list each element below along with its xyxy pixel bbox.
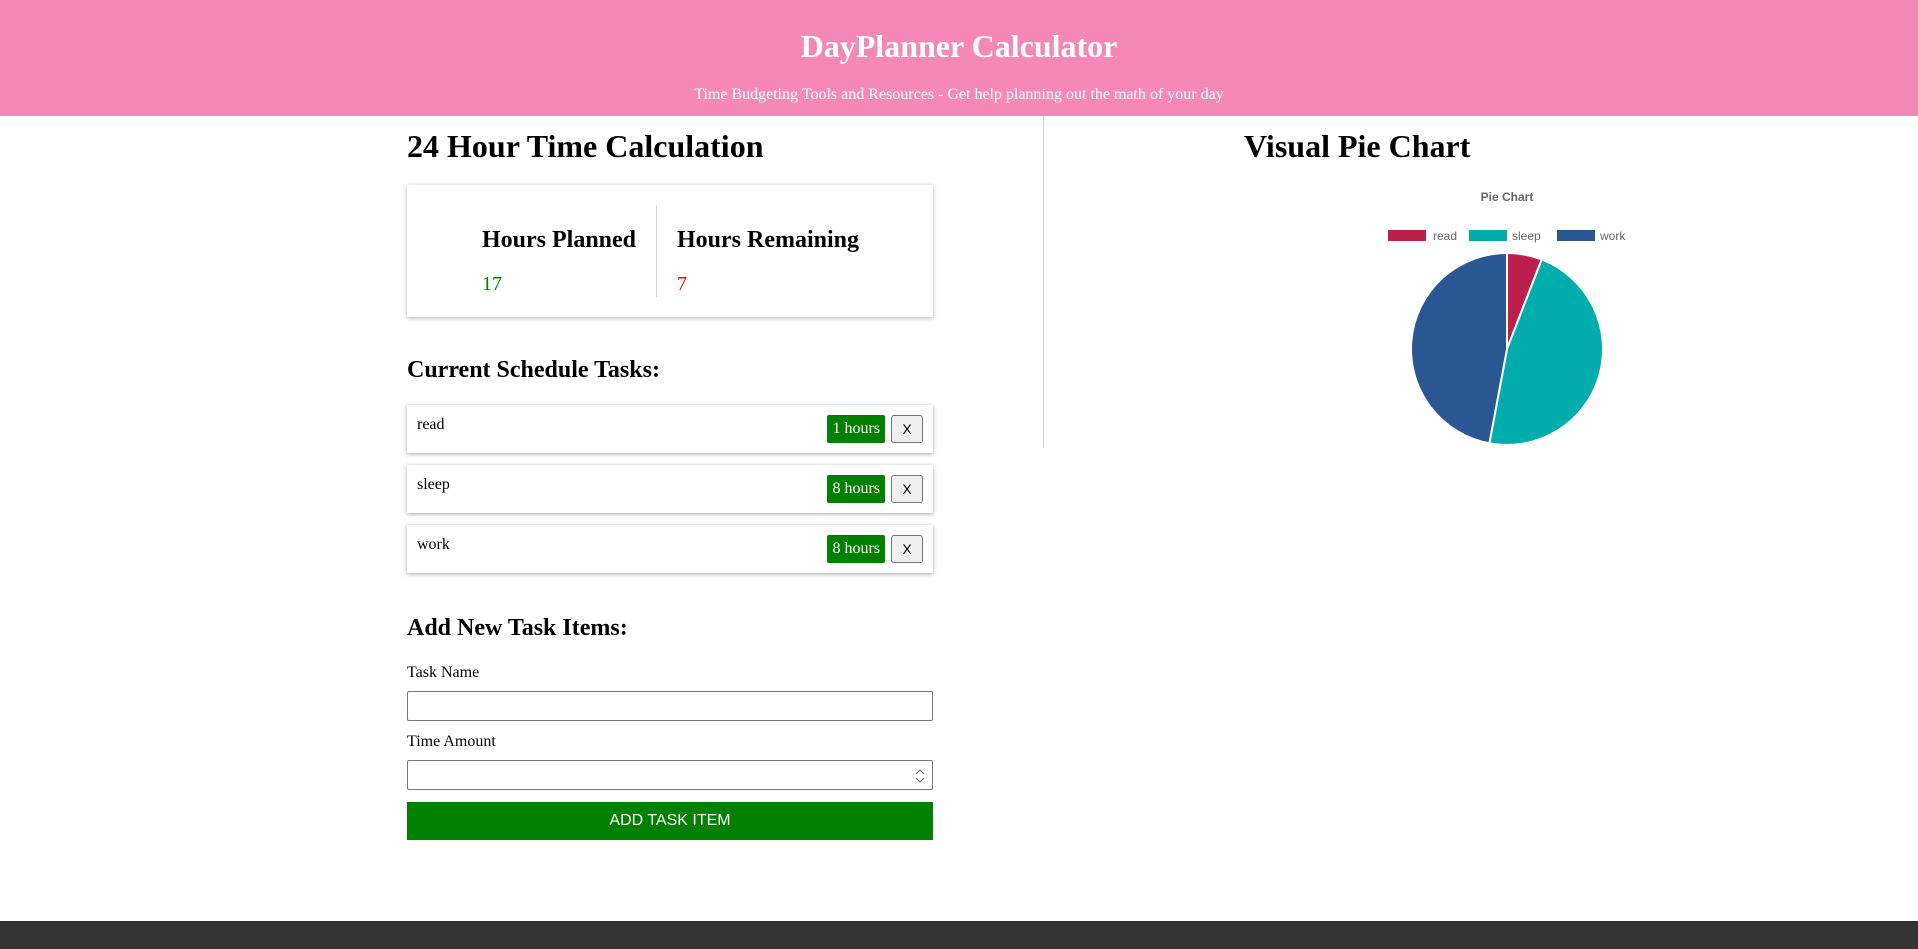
hours-planned-value: 17 [482, 273, 502, 295]
hours-summary-card: Hours Planned 17 Hours Remaining 7 [407, 185, 933, 317]
delete-task-button[interactable]: X [891, 535, 923, 563]
task-name: read [417, 416, 445, 433]
pie-slices [1410, 251, 1604, 446]
hours-planned-block: Hours Planned 17 [482, 205, 652, 297]
legend-swatch-work[interactable] [1557, 230, 1595, 241]
hours-remaining-value: 7 [677, 273, 687, 295]
add-task-button[interactable]: ADD TASK ITEM [407, 802, 933, 840]
summary-divider [656, 205, 657, 297]
hours-remaining-block: Hours Remaining 7 [677, 205, 897, 297]
task-name-label: Task Name [407, 664, 480, 681]
chart-legend: read sleep work [1388, 229, 1626, 243]
chart-title: Pie Chart [1481, 190, 1534, 204]
time-amount-label: Time Amount [407, 733, 496, 750]
legend-label-read[interactable]: read [1433, 229, 1457, 243]
site-header: DayPlanner Calculator Time Budgeting Too… [0, 0, 1918, 116]
pie-slice-work[interactable] [1410, 251, 1508, 445]
delete-task-button[interactable]: X [891, 415, 923, 443]
legend-label-work[interactable]: work [1599, 229, 1626, 243]
schedule-title: Current Schedule Tasks: [407, 357, 660, 383]
add-task-title: Add New Task Items: [407, 615, 628, 641]
time-amount-input[interactable] [407, 760, 933, 790]
delete-task-button[interactable]: X [891, 475, 923, 503]
task-row-read: read 1 hours X [407, 405, 933, 453]
task-name: work [417, 536, 450, 553]
hours-planned-label: Hours Planned [482, 227, 637, 253]
site-footer [0, 921, 1918, 949]
task-name: sleep [417, 476, 450, 493]
legend-swatch-sleep[interactable] [1469, 230, 1507, 241]
task-hours-badge: 1 hours [827, 415, 885, 443]
number-spinner-icon[interactable] [914, 767, 926, 785]
task-hours-badge: 8 hours [827, 475, 885, 503]
site-subtitle: Time Budgeting Tools and Resources - Get… [694, 86, 1224, 103]
task-hours-badge: 8 hours [827, 535, 885, 563]
hours-remaining-label: Hours Remaining [677, 227, 860, 253]
task-row-sleep: sleep 8 hours X [407, 465, 933, 513]
task-row-work: work 8 hours X [407, 525, 933, 573]
site-title: DayPlanner Calculator [800, 28, 1118, 64]
calculation-title: 24 Hour Time Calculation [407, 128, 764, 164]
task-name-input[interactable] [407, 691, 933, 721]
legend-swatch-read[interactable] [1388, 230, 1426, 241]
pie-chart: Pie Chart read sleep work [1388, 190, 1626, 446]
legend-label-sleep[interactable]: sleep [1512, 229, 1541, 243]
